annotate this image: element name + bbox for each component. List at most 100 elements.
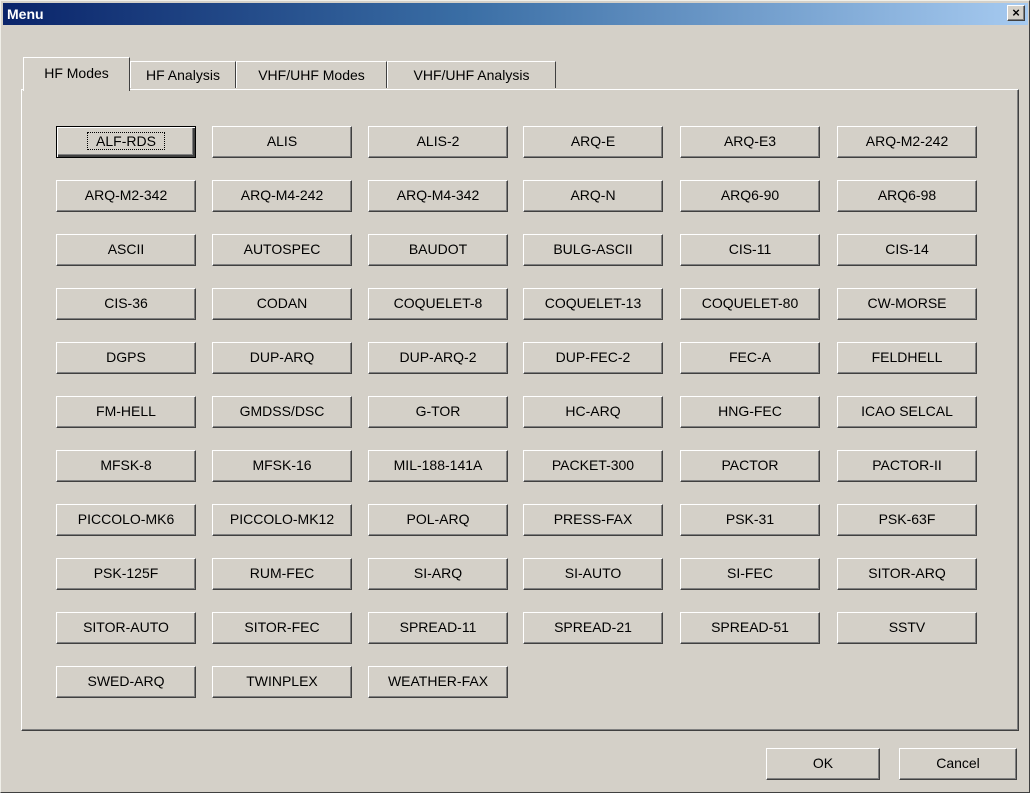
- mode-button-piccolo-mk6[interactable]: PICCOLO-MK6: [56, 504, 196, 536]
- mode-button-dgps[interactable]: DGPS: [56, 342, 196, 374]
- hf-modes-panel: ALF-RDS ALIS ALIS-2 ARQ-E ARQ-E3 ARQ-M2-242 AR…: [21, 89, 1019, 731]
- tab-vhf-uhf-analysis[interactable]: VHF/UHF Analysis: [387, 61, 556, 88]
- mode-button-label: PICCOLO-MK12: [229, 511, 335, 527]
- mode-button-arq-m2-242[interactable]: ARQ-M2-242: [837, 126, 977, 158]
- mode-button-label: PICCOLO-MK6: [77, 511, 175, 527]
- mode-button-mfsk-8[interactable]: MFSK-8: [56, 450, 196, 482]
- mode-button-dup-arq[interactable]: DUP-ARQ: [212, 342, 352, 374]
- mode-button-spread-51[interactable]: SPREAD-51: [680, 612, 820, 644]
- mode-button-arq6-90[interactable]: ARQ6-90: [680, 180, 820, 212]
- menu-dialog: Menu × HF Modes HF Analysis VHF/UHF Mode…: [0, 0, 1030, 793]
- cancel-button[interactable]: Cancel: [899, 748, 1017, 780]
- tab-vhf-uhf-modes[interactable]: VHF/UHF Modes: [236, 61, 387, 88]
- mode-button-press-fax[interactable]: PRESS-FAX: [523, 504, 663, 536]
- mode-button-pol-arq[interactable]: POL-ARQ: [368, 504, 508, 536]
- mode-button-coquelet-8[interactable]: COQUELET-8: [368, 288, 508, 320]
- mode-button-arq-e[interactable]: ARQ-E: [523, 126, 663, 158]
- mode-button-psk-63f[interactable]: PSK-63F: [837, 504, 977, 536]
- mode-button-autospec[interactable]: AUTOSPEC: [212, 234, 352, 266]
- mode-button-sitor-arq[interactable]: SITOR-ARQ: [837, 558, 977, 590]
- tab-hf-analysis[interactable]: HF Analysis: [130, 61, 236, 88]
- mode-button-arq-n[interactable]: ARQ-N: [523, 180, 663, 212]
- mode-button-si-arq[interactable]: SI-ARQ: [368, 558, 508, 590]
- mode-button-sstv[interactable]: SSTV: [837, 612, 977, 644]
- mode-button-pactor-ii[interactable]: PACTOR-II: [837, 450, 977, 482]
- mode-button-coquelet-13[interactable]: COQUELET-13: [523, 288, 663, 320]
- mode-button-label: SI-ARQ: [413, 565, 463, 581]
- mode-button-label: COQUELET-13: [544, 295, 642, 311]
- mode-button-packet-300[interactable]: PACKET-300: [523, 450, 663, 482]
- mode-button-hc-arq[interactable]: HC-ARQ: [523, 396, 663, 428]
- mode-button-label: SI-AUTO: [564, 565, 622, 581]
- mode-button-psk-125f[interactable]: PSK-125F: [56, 558, 196, 590]
- mode-button-codan[interactable]: CODAN: [212, 288, 352, 320]
- ok-button[interactable]: OK: [766, 748, 880, 780]
- mode-button-label: ARQ-E: [570, 133, 616, 149]
- mode-button-si-fec[interactable]: SI-FEC: [680, 558, 820, 590]
- mode-button-label: BAUDOT: [408, 241, 468, 257]
- mode-button-label: ARQ6-90: [720, 187, 780, 203]
- mode-button-psk-31[interactable]: PSK-31: [680, 504, 820, 536]
- mode-button-sitor-auto[interactable]: SITOR-AUTO: [56, 612, 196, 644]
- mode-button-arq-m4-342[interactable]: ARQ-M4-342: [368, 180, 508, 212]
- mode-button-sitor-fec[interactable]: SITOR-FEC: [212, 612, 352, 644]
- mode-button-piccolo-mk12[interactable]: PICCOLO-MK12: [212, 504, 352, 536]
- mode-button-ascii[interactable]: ASCII: [56, 234, 196, 266]
- mode-button-label: DUP-ARQ-2: [399, 349, 477, 365]
- mode-button-arq6-98[interactable]: ARQ6-98: [837, 180, 977, 212]
- mode-button-label: PSK-63F: [878, 511, 936, 527]
- mode-button-swed-arq[interactable]: SWED-ARQ: [56, 666, 196, 698]
- title-bar[interactable]: Menu ×: [3, 3, 1028, 25]
- mode-button-cis-36[interactable]: CIS-36: [56, 288, 196, 320]
- mode-button-label: SI-FEC: [727, 565, 773, 581]
- mode-button-label: SWED-ARQ: [87, 673, 165, 689]
- mode-button-arq-m4-242[interactable]: ARQ-M4-242: [212, 180, 352, 212]
- mode-button-arq-e3[interactable]: ARQ-E3: [680, 126, 820, 158]
- mode-button-label: DGPS: [106, 349, 146, 365]
- mode-button-alf-rds[interactable]: ALF-RDS: [56, 126, 196, 158]
- mode-button-hng-fec[interactable]: HNG-FEC: [680, 396, 820, 428]
- mode-button-label: CIS-11: [728, 241, 772, 257]
- mode-button-cis-14[interactable]: CIS-14: [837, 234, 977, 266]
- mode-button-pactor[interactable]: PACTOR: [680, 450, 820, 482]
- mode-button-feldhell[interactable]: FELDHELL: [837, 342, 977, 374]
- mode-button-label: MFSK-16: [252, 457, 312, 473]
- mode-button-mfsk-16[interactable]: MFSK-16: [212, 450, 352, 482]
- mode-button-label: FELDHELL: [871, 349, 943, 365]
- close-button[interactable]: ×: [1007, 5, 1025, 21]
- tab-label: VHF/UHF Modes: [258, 67, 365, 83]
- mode-button-spread-21[interactable]: SPREAD-21: [523, 612, 663, 644]
- tab-hf-modes[interactable]: HF Modes: [23, 57, 130, 91]
- mode-button-gmdss-dsc[interactable]: GMDSS/DSC: [212, 396, 352, 428]
- tab-label: HF Modes: [44, 65, 109, 81]
- mode-button-bulg-ascii[interactable]: BULG-ASCII: [523, 234, 663, 266]
- mode-button-label: PRESS-FAX: [553, 511, 633, 527]
- mode-button-label: CODAN: [256, 295, 308, 311]
- mode-button-label: ARQ-N: [570, 187, 616, 203]
- mode-button-rum-fec[interactable]: RUM-FEC: [212, 558, 352, 590]
- mode-button-label: FM-HELL: [96, 403, 156, 419]
- mode-button-dup-arq-2[interactable]: DUP-ARQ-2: [368, 342, 508, 374]
- mode-button-fm-hell[interactable]: FM-HELL: [56, 396, 196, 428]
- mode-button-cw-morse[interactable]: CW-MORSE: [837, 288, 977, 320]
- mode-button-arq-m2-342[interactable]: ARQ-M2-342: [56, 180, 196, 212]
- mode-button-icao-selcal[interactable]: ICAO SELCAL: [837, 396, 977, 428]
- mode-button-spread-11[interactable]: SPREAD-11: [368, 612, 508, 644]
- mode-button-alis-2[interactable]: ALIS-2: [368, 126, 508, 158]
- mode-button-label: DUP-ARQ: [249, 349, 315, 365]
- mode-button-twinplex[interactable]: TWINPLEX: [212, 666, 352, 698]
- mode-button-mil-188-141a[interactable]: MIL-188-141A: [368, 450, 508, 482]
- mode-button-weather-fax[interactable]: WEATHER-FAX: [368, 666, 508, 698]
- mode-button-g-tor[interactable]: G-TOR: [368, 396, 508, 428]
- mode-button-dup-fec-2[interactable]: DUP-FEC-2: [523, 342, 663, 374]
- mode-button-alis[interactable]: ALIS: [212, 126, 352, 158]
- mode-button-label: SITOR-ARQ: [868, 565, 946, 581]
- mode-button-label: SPREAD-21: [554, 619, 632, 635]
- mode-button-fec-a[interactable]: FEC-A: [680, 342, 820, 374]
- mode-button-si-auto[interactable]: SI-AUTO: [523, 558, 663, 590]
- mode-button-label: ALIS-2: [416, 133, 460, 149]
- mode-button-coquelet-80[interactable]: COQUELET-80: [680, 288, 820, 320]
- mode-button-cis-11[interactable]: CIS-11: [680, 234, 820, 266]
- mode-button-baudot[interactable]: BAUDOT: [368, 234, 508, 266]
- mode-button-label: PSK-125F: [93, 565, 159, 581]
